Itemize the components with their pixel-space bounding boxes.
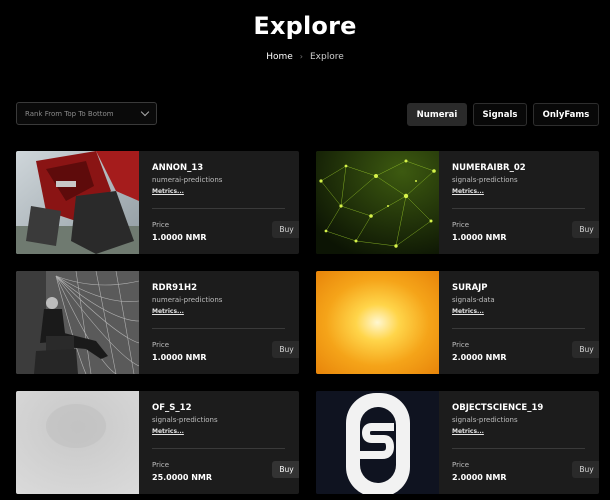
chevron-down-icon bbox=[140, 107, 150, 117]
buy-button[interactable]: Buy bbox=[572, 221, 599, 238]
price-label: Price bbox=[152, 341, 170, 349]
model-category: signals-predictions bbox=[452, 416, 518, 424]
model-card[interactable]: NUMERAIBR_02 signals-predictions Metrics… bbox=[316, 151, 599, 254]
page-title: Explore bbox=[253, 12, 357, 40]
sort-select[interactable]: Rank From Top To Bottom bbox=[16, 102, 157, 125]
model-card[interactable]: RDR91H2 numerai-predictions Metrics... P… bbox=[16, 271, 299, 374]
model-name[interactable]: OF_S_12 bbox=[152, 403, 191, 413]
metrics-link[interactable]: Metrics... bbox=[452, 428, 484, 435]
breadcrumb-current: Explore bbox=[310, 52, 344, 62]
price-value: 2.0000 NMR bbox=[452, 473, 507, 482]
buy-button[interactable]: Buy bbox=[572, 461, 599, 478]
price-label: Price bbox=[452, 341, 470, 349]
model-card[interactable]: ANNON_13 numerai-predictions Metrics... … bbox=[16, 151, 299, 254]
card-info: OBJECTSCIENCE_19 signals-predictions Met… bbox=[452, 391, 599, 494]
breadcrumb-separator-icon: › bbox=[299, 52, 303, 61]
price-label: Price bbox=[152, 221, 170, 229]
model-category: signals-predictions bbox=[152, 416, 218, 424]
buy-button[interactable]: Buy bbox=[272, 341, 299, 358]
model-category: signals-predictions bbox=[452, 176, 518, 184]
card-info: OF_S_12 signals-predictions Metrics... P… bbox=[152, 391, 299, 494]
tab-numerai[interactable]: Numerai bbox=[407, 103, 467, 126]
orange-sun-gradient-image bbox=[316, 271, 439, 374]
model-card[interactable]: OBJECTSCIENCE_19 signals-predictions Met… bbox=[316, 391, 599, 494]
metrics-link[interactable]: Metrics... bbox=[152, 428, 184, 435]
price-value: 1.0000 NMR bbox=[152, 353, 207, 362]
model-name[interactable]: OBJECTSCIENCE_19 bbox=[452, 403, 543, 413]
price-value: 1.0000 NMR bbox=[452, 233, 507, 242]
sort-select-value: Rank From Top To Bottom bbox=[25, 109, 114, 118]
green-network-mesh-image bbox=[316, 151, 439, 254]
card-info: NUMERAIBR_02 signals-predictions Metrics… bbox=[452, 151, 599, 254]
price-label: Price bbox=[452, 221, 470, 229]
buy-button[interactable]: Buy bbox=[572, 341, 599, 358]
model-name[interactable]: NUMERAIBR_02 bbox=[452, 163, 526, 173]
card-info: SURAJP signals-data Metrics... Price 2.0… bbox=[452, 271, 599, 374]
model-name[interactable]: RDR91H2 bbox=[152, 283, 197, 293]
buy-button[interactable]: Buy bbox=[272, 221, 299, 238]
card-divider bbox=[452, 448, 585, 449]
card-info: RDR91H2 numerai-predictions Metrics... P… bbox=[152, 271, 299, 374]
card-divider bbox=[152, 328, 285, 329]
price-label: Price bbox=[452, 461, 470, 469]
red-mech-robot-image bbox=[16, 151, 139, 254]
metrics-link[interactable]: Metrics... bbox=[452, 188, 484, 195]
price-value: 2.0000 NMR bbox=[452, 353, 507, 362]
metrics-link[interactable]: Metrics... bbox=[452, 308, 484, 315]
breadcrumb-home-link[interactable]: Home bbox=[266, 52, 293, 62]
price-value: 25.0000 NMR bbox=[152, 473, 213, 482]
card-info: ANNON_13 numerai-predictions Metrics... … bbox=[152, 151, 299, 254]
model-name[interactable]: SURAJP bbox=[452, 283, 488, 293]
model-category: numerai-predictions bbox=[152, 296, 223, 304]
gray-noise-texture-image bbox=[16, 391, 139, 494]
card-divider bbox=[452, 208, 585, 209]
s-logo-icon bbox=[316, 391, 439, 494]
model-category: signals-data bbox=[452, 296, 495, 304]
metrics-link[interactable]: Metrics... bbox=[152, 188, 184, 195]
model-name[interactable]: ANNON_13 bbox=[152, 163, 203, 173]
tab-onlyfams[interactable]: OnlyFams bbox=[533, 103, 599, 126]
vintage-photo-man-coil-image bbox=[16, 271, 139, 374]
buy-button[interactable]: Buy bbox=[272, 461, 299, 478]
model-card[interactable]: SURAJP signals-data Metrics... Price 2.0… bbox=[316, 271, 599, 374]
metrics-link[interactable]: Metrics... bbox=[152, 308, 184, 315]
price-label: Price bbox=[152, 461, 170, 469]
model-category: numerai-predictions bbox=[152, 176, 223, 184]
model-card[interactable]: OF_S_12 signals-predictions Metrics... P… bbox=[16, 391, 299, 494]
card-divider bbox=[152, 208, 285, 209]
tab-signals[interactable]: Signals bbox=[473, 103, 527, 126]
price-value: 1.0000 NMR bbox=[152, 233, 207, 242]
card-divider bbox=[152, 448, 285, 449]
breadcrumb: Home › Explore bbox=[0, 52, 610, 62]
card-divider bbox=[452, 328, 585, 329]
